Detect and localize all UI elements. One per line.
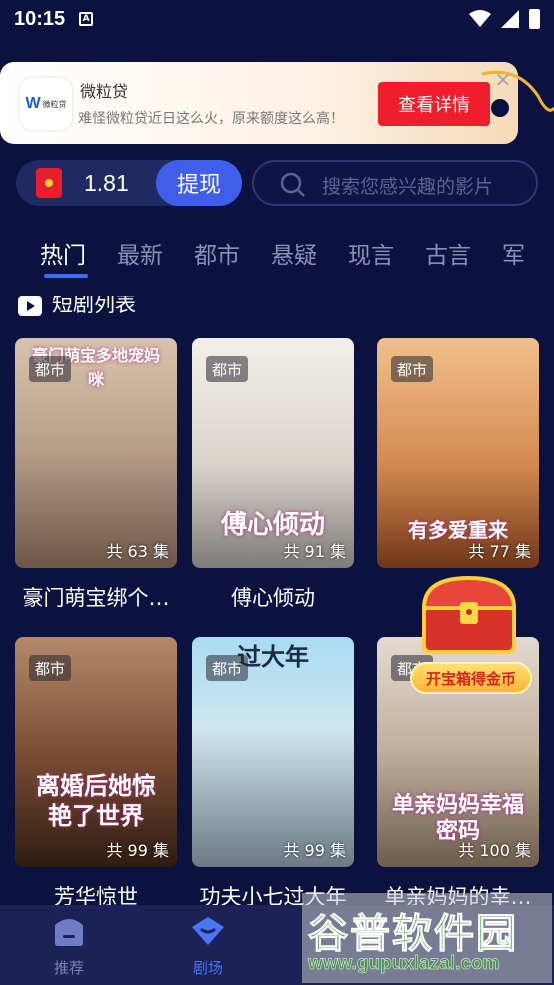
watermark-main: 谷普软件园	[308, 911, 518, 958]
genre-tag: 都市	[29, 356, 72, 382]
search-icon	[280, 172, 305, 197]
wallet-pill[interactable]: 1.81 提现	[16, 160, 242, 206]
tab-latest[interactable]: 最新	[117, 236, 163, 286]
episode-count: 共 91 集	[283, 542, 346, 561]
signal-icon	[501, 10, 519, 28]
ad-logo-text: 微粒贷	[42, 99, 67, 109]
section-header: 短剧列表	[18, 296, 218, 318]
drama-title[interactable]: 豪门萌宝绑个…	[15, 582, 177, 612]
ad-title: 微粒贷	[80, 82, 129, 101]
treasure-button[interactable]: 开宝箱得金币	[410, 662, 532, 694]
ad-decoration	[481, 70, 554, 117]
ad-logo: W 微粒贷	[20, 78, 72, 130]
recommend-icon	[55, 919, 83, 946]
episode-count: 共 77 集	[468, 542, 531, 561]
ad-close-button[interactable]: ✕	[492, 70, 514, 92]
ad-cta-button[interactable]: 查看详情	[378, 82, 490, 126]
episode-count: 共 99 集	[106, 841, 169, 860]
ad-description: 难怪微粒贷近日这么火，原来额度这么高！	[78, 111, 344, 127]
poster-title-art: 离婚后她惊艳了世界	[36, 772, 156, 830]
tab-urban[interactable]: 都市	[194, 236, 240, 286]
battery-icon	[529, 9, 540, 29]
watermark: 谷普软件园 www.gupuxlazal.com	[302, 893, 552, 983]
watermark-url: www.gupuxlazal.com	[308, 953, 500, 975]
notification-icon: A	[79, 12, 94, 26]
genre-tag: 都市	[206, 356, 249, 382]
status-icons	[469, 9, 540, 29]
section-title: 短剧列表	[52, 296, 136, 316]
nav-item-recommend[interactable]: 推荐	[29, 915, 109, 978]
genre-tag: 都市	[29, 655, 72, 681]
red-packet-icon	[36, 168, 62, 198]
nav-label-recommend: 推荐	[53, 959, 84, 977]
tab-suspense[interactable]: 悬疑	[271, 236, 317, 286]
episode-count: 共 99 集	[283, 841, 346, 860]
search-placeholder: 搜索您感兴趣的影片	[322, 176, 494, 198]
drama-title[interactable]: 傅心倾动	[192, 582, 354, 612]
wifi-icon	[469, 10, 491, 27]
genre-tag: 都市	[391, 356, 434, 382]
tab-hot[interactable]: 热门	[40, 236, 88, 286]
tab-ancient-romance[interactable]: 古言	[425, 236, 471, 286]
search-input[interactable]: 搜索您感兴趣的影片	[252, 160, 538, 206]
status-time: 10:15	[14, 7, 66, 30]
episode-count: 共 100 集	[458, 841, 531, 860]
video-icon	[18, 296, 42, 316]
treasure-chest-icon[interactable]	[416, 572, 522, 656]
coin-balance: 1.81	[84, 170, 129, 196]
category-tabs: 热门 最新 都市 悬疑 现言 古言 军	[0, 236, 554, 286]
ad-banner[interactable]: W 微粒贷 微粒贷 难怪微粒贷近日这么火，原来额度这么高！ 查看详情 广告	[0, 62, 518, 144]
ad-logo-mark: W	[25, 95, 41, 112]
tab-modern-romance[interactable]: 现言	[348, 236, 394, 286]
episode-count: 共 63 集	[106, 542, 169, 561]
nav-label-theater: 剧场	[192, 959, 223, 977]
withdraw-button[interactable]: 提现	[156, 160, 242, 206]
theater-icon	[192, 917, 224, 945]
status-bar: 10:15 A	[0, 0, 554, 38]
genre-tag: 都市	[206, 655, 249, 681]
tab-military[interactable]: 军	[502, 236, 525, 286]
nav-item-theater[interactable]: 剧场	[168, 915, 248, 978]
poster-title-art: 傅心倾动	[220, 510, 325, 540]
